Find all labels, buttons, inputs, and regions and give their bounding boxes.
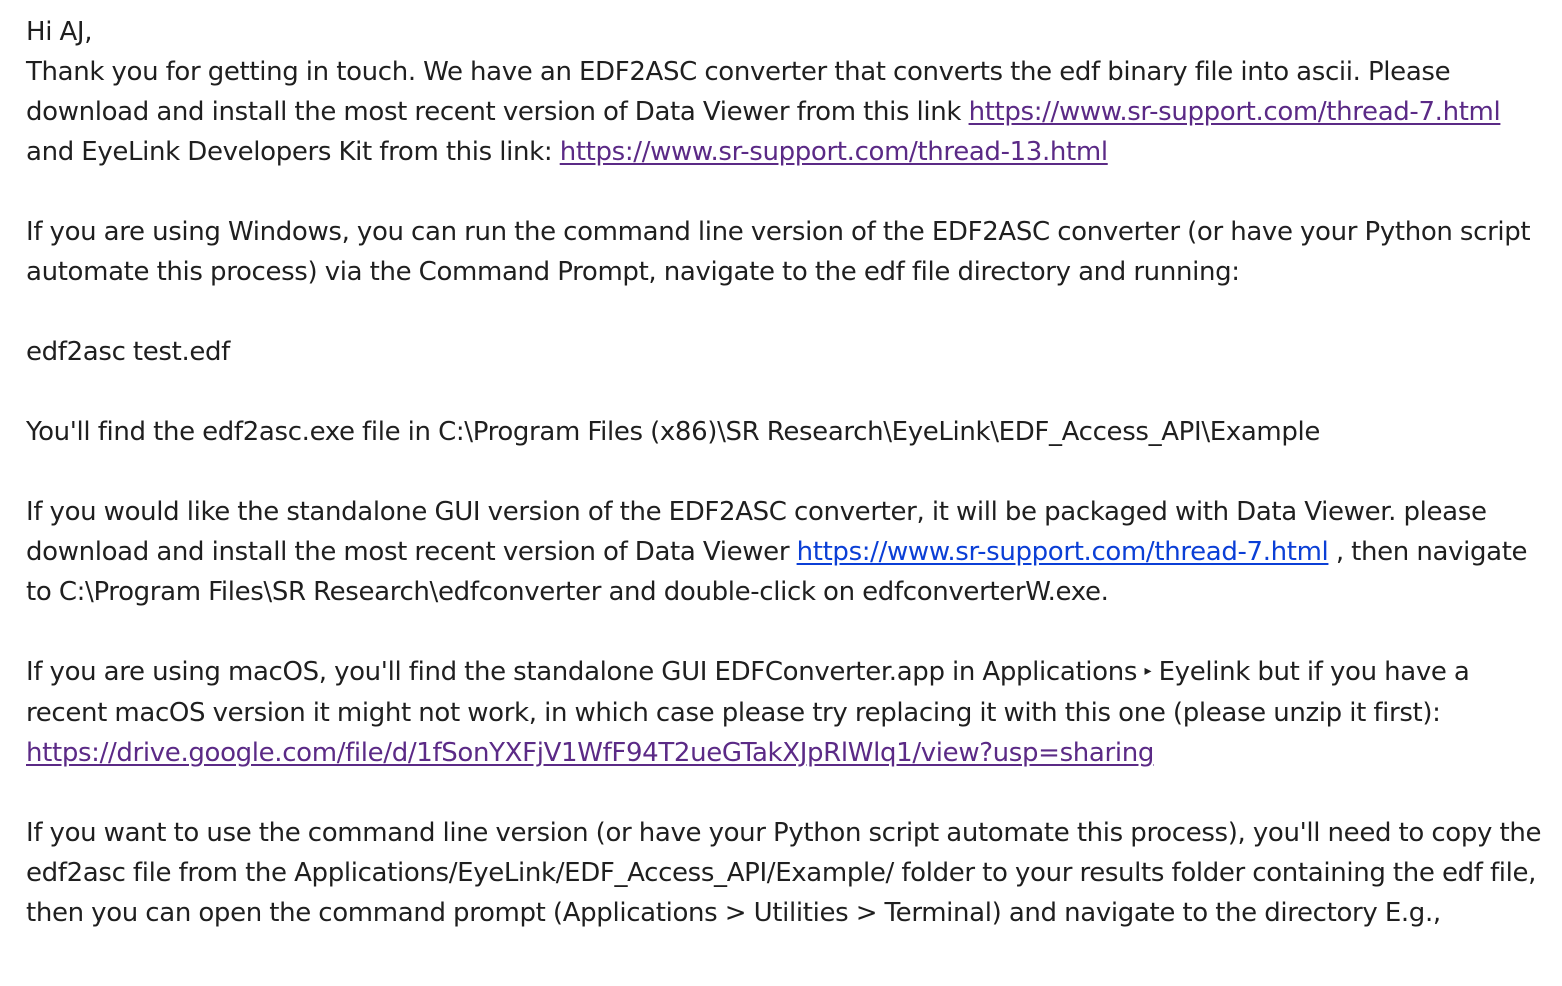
paragraph-exe-location: You'll find the edf2asc.exe file in C:\P… (26, 417, 1321, 447)
developers-kit-link[interactable]: https://www.sr-support.com/thread-13.htm… (560, 137, 1108, 167)
paragraph-gui-windows: If you would like the standalone GUI ver… (26, 492, 1546, 612)
triangle-right-icon: ▸ (1144, 662, 1152, 679)
paragraph-windows: If you are using Windows, you can run th… (26, 217, 1531, 287)
command-example: edf2asc test.edf (26, 337, 230, 367)
paragraph-intro: Thank you for getting in touch. We have … (26, 52, 1546, 172)
email-body: Hi AJ, Thank you for getting in touch. W… (26, 12, 1546, 933)
data-viewer-link[interactable]: https://www.sr-support.com/thread-7.html (969, 97, 1501, 127)
intro-text-2: and EyeLink Developers Kit from this lin… (26, 137, 560, 167)
paragraph-macos: If you are using macOS, you'll find the … (26, 652, 1546, 773)
macos-text-1: If you are using macOS, you'll find the … (26, 657, 1145, 687)
data-viewer-link-2[interactable]: https://www.sr-support.com/thread-7.html (797, 537, 1329, 567)
greeting: Hi AJ, (26, 17, 93, 47)
paragraph-macos-cli: If you want to use the command line vers… (26, 817, 1542, 928)
google-drive-link[interactable]: https://drive.google.com/file/d/1fSonYXF… (26, 738, 1154, 768)
